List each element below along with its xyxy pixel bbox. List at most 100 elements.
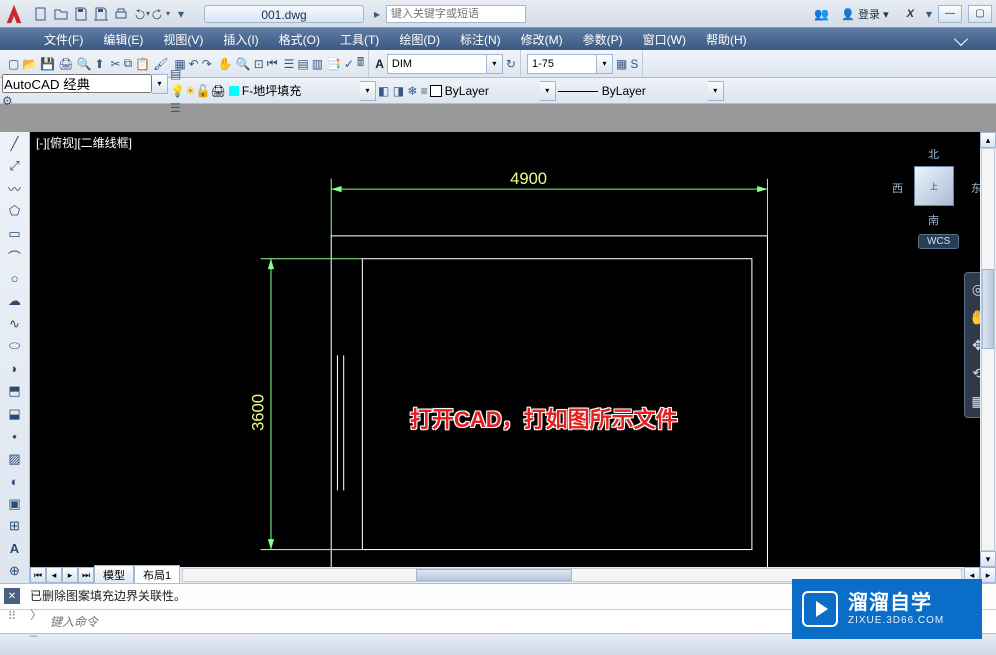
app-logo[interactable] [0,0,28,28]
linetype-combo[interactable]: ByLayer ▾ [558,81,724,101]
wcs-badge[interactable]: WCS [918,234,959,249]
tab-last-button[interactable]: ⏭ [78,567,94,583]
open-icon[interactable]: 📂 [22,57,37,71]
matchprop-icon[interactable]: 🖌 [153,57,168,71]
workspace-input[interactable] [2,74,152,93]
drawing-canvas[interactable]: [-][俯视][二维线框] 4900 3600 打开CAD，打如图所示文件 [30,132,996,583]
layermatch-icon[interactable]: ≡ [421,84,428,98]
insert-tool[interactable]: ⬒ [4,382,26,402]
dropdown-button[interactable]: ▾ [540,81,556,101]
block-tool[interactable]: ⬓ [4,404,26,424]
region-tool[interactable]: ▣ [4,494,26,514]
print-icon[interactable]: 🖨 [58,57,73,71]
scroll-right-button[interactable]: ▸ [980,567,996,583]
menu-file[interactable]: 文件(F) [40,29,87,50]
copy-icon[interactable]: ⧉ [124,56,133,71]
layer-states-icon[interactable]: ☰ [170,101,181,115]
scroll-thumb[interactable] [982,269,994,349]
scroll-up-button[interactable]: ▴ [980,132,996,148]
dim-style-input[interactable] [387,54,487,74]
viewcube-north[interactable]: 北 [928,146,939,162]
ellipsearc-tool[interactable]: ◗ [4,359,26,379]
workspace-settings-icon[interactable]: ⚙ [2,94,13,108]
undo-icon[interactable] [132,5,150,23]
dropdown-button[interactable]: ▾ [597,54,613,74]
help-icon[interactable]: ▾ [926,7,932,21]
dropdown-button[interactable]: ▾ [708,81,724,101]
addselected-tool[interactable]: ⊕ [4,562,26,582]
tab-prev-button[interactable]: ◂ [46,567,62,583]
dropdown-button[interactable]: ▾ [360,81,376,101]
exchange-apps-icon[interactable]: X [901,6,920,22]
layer-combo[interactable]: 💡 ☀ 🔓 🖨 F-地坪填充 ▾ [170,81,376,101]
scroll-down-button[interactable]: ▾ [980,551,996,567]
menu-overflow-icon[interactable] [954,32,968,46]
maximize-button[interactable]: ▢ [968,5,992,23]
menu-view[interactable]: 视图(V) [159,29,207,50]
mtext-tool[interactable]: A [4,539,26,559]
menu-format[interactable]: 格式(O) [275,29,324,50]
layer-manager-icon[interactable]: ▤ [170,67,181,81]
qat-more-icon[interactable]: ▾ [172,5,190,23]
xline-tool[interactable]: ⤢ [4,157,26,177]
arc-tool[interactable]: ⌒ [4,247,26,267]
hatch-tool[interactable]: ▨ [4,449,26,469]
login-button[interactable]: 👤 登录 ▾ [835,4,894,24]
dropdown-button[interactable]: ▾ [487,54,503,74]
saveas-icon[interactable] [92,5,110,23]
save-icon[interactable] [72,5,90,23]
cut-icon[interactable]: ✂ [111,57,121,71]
view-cube[interactable]: 北 西 东 南 上 WCS [892,142,976,242]
rect-tool[interactable]: ▭ [4,224,26,244]
revcloud-tool[interactable]: ☁ [4,292,26,312]
new-icon[interactable]: ▢ [8,57,19,71]
dimupdate-icon[interactable]: ↻ [506,57,516,71]
tab-next-button[interactable]: ▸ [62,567,78,583]
color-combo[interactable]: ByLayer ▾ [430,81,556,101]
gradient-tool[interactable]: ◐ [4,472,26,492]
menu-window[interactable]: 窗口(W) [639,29,690,50]
tab-first-button[interactable]: ⏮ [30,567,46,583]
layerfrz-icon[interactable]: ❄ [407,84,417,98]
new-icon[interactable] [32,5,50,23]
grip-icon[interactable]: ⠿ [4,608,20,624]
menu-help[interactable]: 帮助(H) [702,29,751,50]
menu-tools[interactable]: 工具(T) [336,29,383,50]
style-icon[interactable]: S [630,57,638,71]
open-icon[interactable] [52,5,70,23]
dim-style-combo[interactable]: ▾ [387,54,503,74]
publish-icon[interactable]: ⬆ [94,57,104,71]
circle-tool[interactable]: ○ [4,269,26,289]
layeriso-icon[interactable]: ◧ [378,84,389,98]
menu-param[interactable]: 参数(P) [579,29,627,50]
textstyle-icon[interactable]: A [375,57,384,71]
table-icon[interactable]: ▦ [616,57,627,71]
scroll-thumb[interactable] [416,569,572,581]
menu-dim[interactable]: 标注(N) [456,29,505,50]
anno-scale-combo[interactable]: ▾ [527,54,613,74]
signin-icon[interactable]: 👥 [814,7,829,21]
vertical-scrollbar[interactable]: ▴ ▾ [980,132,996,567]
table-tool[interactable]: ⊞ [4,517,26,537]
tab-layout1[interactable]: 布局1 [134,565,180,585]
dropdown-button[interactable]: ▾ [152,74,168,94]
menu-insert[interactable]: 插入(I) [219,29,262,50]
title-dropdown-icon[interactable]: ▸ [374,7,380,21]
line-tool[interactable]: ╱ [4,134,26,154]
close-icon[interactable]: ✕ [4,588,20,604]
help-search-input[interactable] [386,5,526,23]
viewcube-west[interactable]: 西 [892,180,903,196]
tab-model[interactable]: 模型 [94,565,134,585]
anno-scale-input[interactable] [527,54,597,74]
redo-icon[interactable] [152,5,170,23]
menu-modify[interactable]: 修改(M) [517,29,567,50]
viewcube-south[interactable]: 南 [928,212,939,228]
polygon-tool[interactable]: ⬠ [4,202,26,222]
save-icon[interactable]: 💾 [40,57,55,71]
menu-edit[interactable]: 编辑(E) [99,29,147,50]
ellipse-tool[interactable]: ⬭ [4,337,26,357]
minimize-button[interactable]: — [938,5,962,23]
preview-icon[interactable]: 🔍 [76,57,91,71]
layeroff-icon[interactable]: ◨ [393,84,404,98]
point-tool[interactable]: • [4,427,26,447]
